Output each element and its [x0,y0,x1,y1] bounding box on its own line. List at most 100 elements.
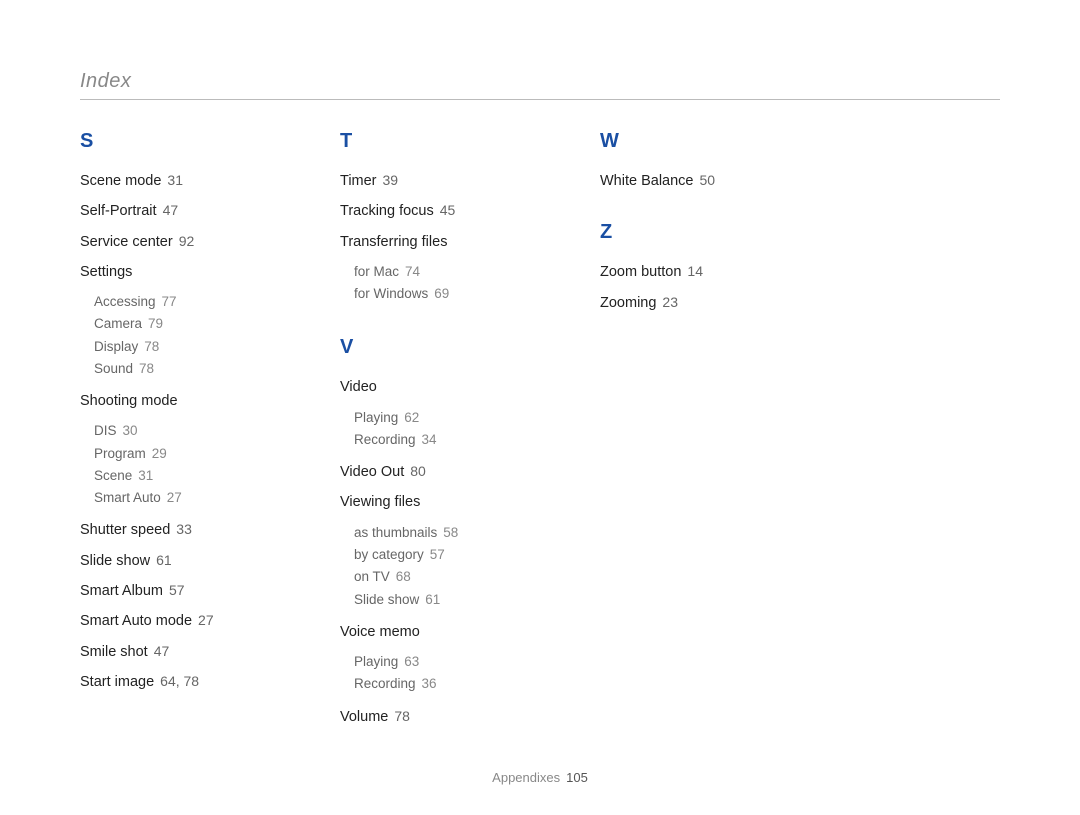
sub-for-mac: for Mac 74 [354,262,540,282]
entry-white-balance: White Balance 50 [600,171,800,191]
sub-page: 27 [167,490,182,505]
sub-label: Slide show [354,592,419,607]
sub-label: Program [94,446,146,461]
sub-vm-playing: Playing 63 [354,652,540,672]
entry-page: 31 [167,172,183,188]
sub-label: Playing [354,654,398,669]
entry-label: Zoom button [600,264,681,280]
entry-page: 23 [662,294,678,310]
entry-label: Slide show [80,553,150,569]
entry-start-image: Start image 64, 78 [80,672,280,692]
footer: Appendixes105 [0,770,1080,785]
sub-page: 69 [434,286,449,301]
sub-video-recording: Recording34 [354,430,540,450]
letter-z: Z [600,221,800,244]
sub-camera: Camera 79 [94,314,280,334]
entry-page: 50 [700,172,716,188]
entry-video-out: Video Out80 [340,462,540,482]
sub-label: for Windows [354,286,428,301]
sub-label: DIS [94,423,117,438]
sub-display: Display 78 [94,337,280,357]
sub-label: on TV [354,569,390,584]
entry-label: Settings [80,264,132,280]
sub-page: 62 [404,410,419,425]
entry-label: White Balance [600,173,694,189]
entry-label: Volume [340,709,388,725]
entry-label: Timer [340,173,377,189]
sub-label: Smart Auto [94,490,161,505]
entry-page: 61 [156,552,172,568]
entry-viewing-files: Viewing files as thumbnails 58 by categor… [340,492,540,609]
entry-label: Start image [80,674,154,690]
sub-label: Recording [354,432,416,447]
sub-page: 58 [443,525,458,540]
sub-video-playing: Playing 62 [354,408,540,428]
entry-page: 78 [394,708,410,724]
sub-dis: DIS30 [94,421,280,441]
entry-label: Smile shot [80,644,148,660]
entry-page: 57 [169,582,185,598]
entry-shutter-speed: Shutter speed33 [80,520,280,540]
entry-label: Tracking focus [340,203,434,219]
entry-label: Scene mode [80,173,161,189]
entry-page: 64, 78 [160,673,199,689]
sub-page: 74 [405,264,420,279]
sub-label: Camera [94,316,142,331]
sub-vf-slide-show: Slide show61 [354,590,540,610]
sub-label: Accessing [94,294,156,309]
sub-accessing: Accessing 77 [94,292,280,312]
sub-sound: Sound 78 [94,359,280,379]
sub-page: 36 [422,676,437,691]
entry-label: Self-Portrait [80,203,157,219]
entry-shooting-mode: Shooting mode DIS30 Program29 Scene31 Sm… [80,391,280,508]
entry-label: Video Out [340,464,404,480]
sub-label: Scene [94,468,132,483]
sub-page: 78 [144,339,159,354]
entry-label: Zooming [600,295,656,311]
sub-on-tv: on TV68 [354,567,540,587]
entry-transferring-files: Transferring files for Mac 74 for Windows… [340,232,540,305]
sub-as-thumbnails: as thumbnails 58 [354,523,540,543]
col-wz: W White Balance50 Z Zoom button14 Zoomin… [600,130,800,737]
entry-label: Viewing files [340,494,420,510]
sub-label: for Mac [354,264,399,279]
entry-timer: Timer39 [340,171,540,191]
letter-s: S [80,130,280,153]
sub-page: 31 [138,468,153,483]
entry-video: Video Playing 62 Recording34 [340,377,540,450]
entry-label: Smart Album [80,583,163,599]
col-s: S Scene mode 31 Self-Portrait 47 Service c… [80,130,280,737]
entry-label: Transferring files [340,234,447,250]
sub-label: Display [94,339,138,354]
sub-vm-recording: Recording36 [354,674,540,694]
entry-zooming: Zooming 23 [600,293,800,313]
entry-volume: Volume 78 [340,707,540,727]
entry-settings: Settings Accessing77 Camera79 Display78 … [80,262,280,379]
sub-label: Sound [94,361,133,376]
sub-for-windows: for Windows 69 [354,284,540,304]
sub-label: by category [354,547,424,562]
sub-page: 29 [152,446,167,461]
sub-page: 63 [404,654,419,669]
entry-scene-mode: Scene mode 31 [80,171,280,191]
sub-label: Playing [354,410,398,425]
index-columns: S Scene mode 31 Self-Portrait 47 Service c… [80,130,1000,737]
entry-smart-auto-mode: Smart Auto mode27 [80,611,280,631]
sub-by-category: by category 57 [354,545,540,565]
entry-label: Service center [80,234,173,250]
sub-label: as thumbnails [354,525,437,540]
sub-page: 79 [148,316,163,331]
entry-page: 47 [154,643,170,659]
entry-label: Shutter speed [80,522,170,538]
sub-scene: Scene 31 [94,466,280,486]
sub-page: 57 [430,547,445,562]
entry-smart-album: Smart Album 57 [80,581,280,601]
entry-page: 45 [440,202,456,218]
entry-label: Video [340,379,377,395]
entry-tracking-focus: Tracking focus 45 [340,201,540,221]
sub-page: 78 [139,361,154,376]
entry-label: Smart Auto mode [80,613,192,629]
sub-program: Program 29 [94,444,280,464]
sub-page: 77 [162,294,177,309]
letter-w: W [600,130,800,153]
